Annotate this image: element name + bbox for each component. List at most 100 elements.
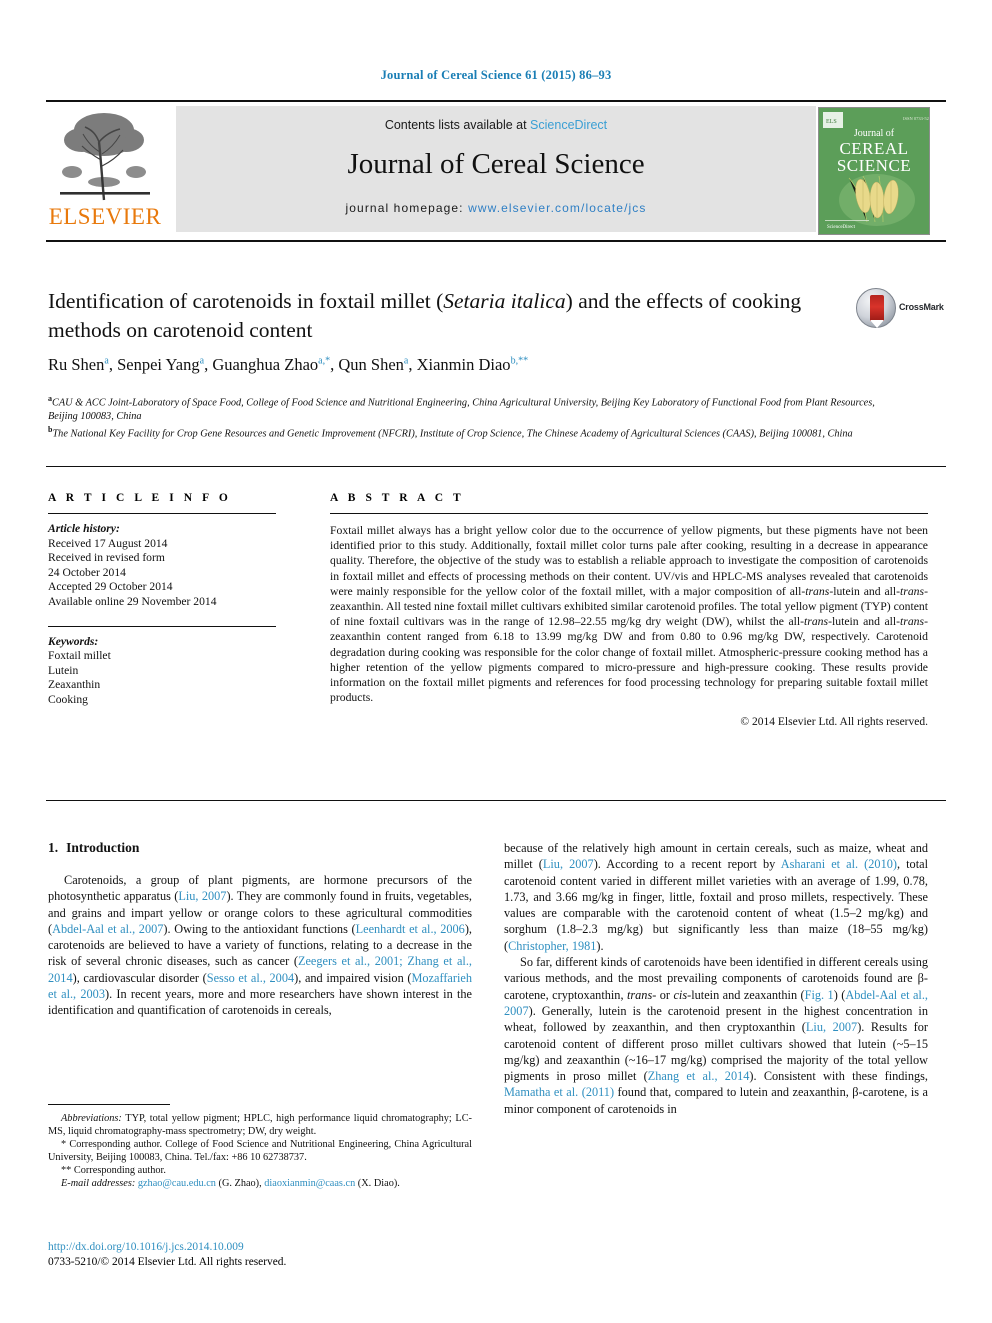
text-segment: ). In recent years, more and more resear… (48, 987, 473, 1018)
citation-link[interactable]: Sesso et al., 2004 (207, 971, 294, 985)
email-link[interactable]: gzhao@cau.edu.cn (138, 1178, 216, 1189)
citation-link[interactable]: Leenhardt et al., 2006 (356, 922, 465, 936)
text-segment: ). According to a recent report by (593, 857, 781, 872)
keywords-label: Keywords: (48, 634, 99, 648)
contents-prefix: Contents lists available at (384, 118, 531, 132)
affiliation-item: aCAU & ACC Joint-Laboratory of Space Foo… (48, 392, 888, 423)
email-addresses-label: E-mail addresses: (61, 1178, 136, 1189)
abstract-copyright: © 2014 Elsevier Ltd. All rights reserved… (740, 716, 928, 729)
author-name[interactable]: Guanghua Zhao (212, 355, 318, 374)
citation-link[interactable]: Abdel-Aal et al., 2007 (52, 922, 163, 936)
author-affiliation-mark: a (199, 355, 205, 367)
citation-link[interactable]: Liu, 2007 (543, 857, 594, 871)
abstract-segment: -lutein and all- (829, 584, 901, 598)
divider (48, 513, 276, 514)
homepage-prefix: journal homepage: (345, 201, 469, 215)
text-segment: -lutein and zeaxanthin ( (687, 987, 805, 1002)
body-column-left: 1. Introduction Carotenoids, a group of p… (48, 840, 472, 1019)
text-segment: ). Owing to the antioxidant functions ( (163, 921, 356, 936)
body-column-right: because of the relatively high amount in… (504, 840, 928, 1117)
divider (48, 625, 276, 627)
doi-link[interactable]: http://dx.doi.org/10.1016/j.jcs.2014.10.… (48, 1240, 472, 1255)
citation-link[interactable]: Zhang et al., 2014 (648, 1069, 750, 1083)
section-number: 1. (48, 840, 59, 855)
text-segment: - or (652, 987, 674, 1002)
figure-link[interactable]: Fig. 1 (805, 988, 834, 1002)
email-owner: (G. Zhao), (215, 1178, 265, 1189)
page-title: Identification of carotenoids in foxtail… (48, 287, 828, 345)
author-affiliation-mark: a (104, 355, 109, 367)
email-owner: (X. Diao). (355, 1178, 400, 1189)
article-history-block: Article history: Received 17 August 2014… (48, 522, 298, 610)
abstract-segment: -zeaxanthin content ranged from 6.18 to … (330, 615, 928, 705)
text-italic: cis (673, 987, 688, 1002)
paragraph: because of the relatively high amount in… (504, 840, 928, 954)
journal-masthead: ELSEVIER Contents lists available at Sci… (46, 100, 946, 235)
footnote-abbreviations: Abbreviations: TYP, total yellow pigment… (48, 1112, 472, 1138)
text-segment: ), and impaired vision ( (294, 970, 412, 985)
abstract-segment: -lutein and all- (828, 615, 901, 629)
footnote-email-addresses: E-mail addresses: gzhao@cau.edu.cn (G. Z… (48, 1177, 472, 1190)
homepage-url-link[interactable]: www.elsevier.com/locate/jcs (468, 201, 646, 215)
text-segment: ). Consistent with these findings, (749, 1069, 928, 1084)
affiliation-list: aCAU & ACC Joint-Laboratory of Space Foo… (48, 392, 888, 441)
corresponding-text: Corresponding author. College of Food Sc… (48, 1139, 472, 1163)
title-species-name: Setaria italica (443, 289, 566, 313)
article-info-heading: A R T I C L E I N F O (48, 492, 232, 504)
citation-link[interactable]: Christopher, 1981 (508, 939, 596, 953)
elsevier-tree-icon (52, 108, 158, 204)
svg-text:ISSN 0733-5210: ISSN 0733-5210 (903, 116, 929, 121)
abstract-italic: trans (900, 584, 925, 598)
section-title: Introduction (66, 840, 140, 855)
journal-title: Journal of Cereal Science (347, 148, 645, 180)
abstract-band-top-rule (46, 466, 946, 467)
citation-link[interactable]: Mamatha et al. (2011) (504, 1085, 614, 1099)
article-history-label: Article history: (48, 522, 120, 535)
author-name[interactable]: Ru Shen (48, 355, 104, 374)
article-page: Journal of Cereal Science 61 (2015) 86–9… (0, 0, 992, 1323)
paragraph: Carotenoids, a group of plant pigments, … (48, 872, 472, 1019)
author-name[interactable]: Xianmin Diao (417, 355, 511, 374)
author-affiliation-mark: a,* (318, 355, 331, 367)
svg-text:Journal of: Journal of (854, 128, 895, 139)
keyword-item: Foxtail millet (48, 649, 111, 663)
title-part-1: Identification of carotenoids in foxtail… (48, 289, 444, 313)
affiliation-text: CAU & ACC Joint-Laboratory of Space Food… (48, 397, 875, 422)
keyword-item: Zeaxanthin (48, 678, 101, 692)
crossmark-badge[interactable]: CrossMark (856, 288, 944, 330)
section-heading-introduction: 1. Introduction (48, 840, 472, 856)
author-name[interactable]: Senpei Yang (117, 355, 200, 374)
history-item: Received 17 August 2014 (48, 536, 168, 550)
corresponding-mark: ** (61, 1165, 72, 1176)
keyword-item: Lutein (48, 663, 79, 677)
corresponding-text: Corresponding author. (71, 1165, 166, 1176)
history-item: Accepted 29 October 2014 (48, 580, 173, 594)
footnote-corresponding-author-2: ** Corresponding author. (48, 1164, 472, 1177)
sciencedirect-link[interactable]: ScienceDirect (530, 118, 607, 132)
abstract-italic: trans (805, 584, 830, 598)
crossmark-icon (856, 288, 896, 328)
citation-link[interactable]: Liu, 2007 (178, 889, 226, 903)
email-link[interactable]: diaoxianmin@caas.cn (264, 1178, 355, 1189)
contents-lists-line: Contents lists available at ScienceDirec… (176, 118, 816, 132)
svg-text:SCIENCE: SCIENCE (837, 156, 911, 175)
history-item: 24 October 2014 (48, 565, 126, 579)
text-italic: trans (626, 987, 653, 1002)
running-head: Journal of Cereal Science 61 (2015) 86–9… (380, 68, 612, 82)
elsevier-wordmark: ELSEVIER (48, 204, 162, 229)
abstract-italic: trans (804, 615, 829, 629)
author-affiliation-mark: b,** (510, 355, 529, 367)
keywords-block: Keywords: Foxtail millet Lutein Zeaxanth… (48, 635, 298, 708)
elsevier-logo: ELSEVIER (46, 106, 164, 232)
citation-link[interactable]: Asharani et al. (2010) (781, 857, 897, 871)
svg-text:ELS: ELS (826, 119, 837, 125)
article-info-section: A R T I C L E I N F O Article history: R… (48, 492, 298, 708)
citation-link[interactable]: Liu, 2007 (806, 1020, 857, 1034)
footer-doi-block: http://dx.doi.org/10.1016/j.jcs.2014.10.… (48, 1240, 472, 1270)
history-item: Available online 29 November 2014 (48, 594, 217, 608)
abstract-section: A B S T R A C T Foxtail millet always ha… (330, 492, 928, 728)
author-name[interactable]: Qun Shen (338, 355, 404, 374)
footnotes-section: Abbreviations: TYP, total yellow pigment… (48, 1104, 472, 1190)
keyword-item: Cooking (48, 692, 88, 706)
affiliation-item: bThe National Key Facility for Crop Gene… (48, 423, 888, 441)
